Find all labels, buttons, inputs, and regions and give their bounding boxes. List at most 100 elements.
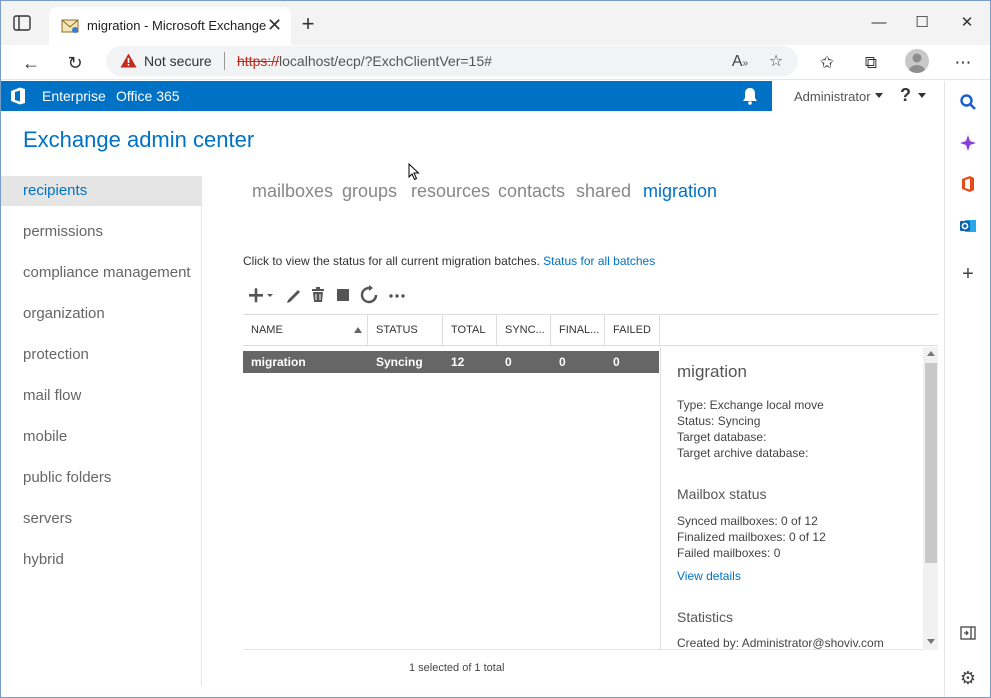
refresh-icon[interactable] — [358, 284, 380, 306]
selection-count: 1 selected of 1 total — [409, 662, 505, 674]
user-caret-icon[interactable] — [875, 93, 883, 98]
tab-resources[interactable]: resources — [411, 181, 490, 202]
row-failed: 0 — [613, 355, 620, 369]
tab-mailboxes[interactable]: mailboxes — [252, 181, 333, 202]
stop-icon[interactable] — [332, 284, 354, 306]
address-bar[interactable]: Not secure https://localhost/ecp/?ExchCl… — [106, 46, 798, 76]
edge-sidebar: + ⚙ — [944, 81, 990, 697]
tab-title: migration - Microsoft Exchange — [87, 18, 267, 33]
nav-item-recipients[interactable]: recipients — [1, 176, 202, 206]
minimize-icon[interactable]: — — [867, 11, 891, 35]
url-text[interactable]: https://localhost/ecp/?ExchClientVer=15# — [237, 53, 492, 69]
tab-groups[interactable]: groups — [342, 181, 397, 202]
copilot-icon[interactable] — [957, 134, 979, 156]
maximize-icon[interactable]: ☐ — [910, 11, 934, 35]
settings-menu-icon[interactable]: ⋯ — [951, 51, 975, 75]
search-icon[interactable] — [957, 93, 979, 115]
left-nav: recipients permissions compliance manage… — [1, 176, 202, 686]
help-button[interactable]: ? — [900, 85, 911, 106]
created-by: Created by: Administrator@shoviv.com — [677, 636, 884, 650]
scroll-thumb[interactable] — [925, 363, 937, 563]
office-logo-icon — [10, 87, 26, 105]
failed-mailboxes: Failed mailboxes: 0 — [677, 546, 781, 560]
office-icon[interactable] — [957, 175, 979, 197]
edit-icon[interactable] — [283, 284, 305, 306]
back-icon[interactable]: ← — [17, 49, 45, 77]
list-header: NAME STATUS TOTAL SYNC... FINAL... FAILE… — [243, 314, 938, 346]
details-type: Type: Exchange local move — [677, 398, 824, 412]
profile-avatar[interactable] — [905, 49, 929, 73]
details-target-archive-database: Target archive database: — [677, 446, 809, 460]
outlook-icon[interactable] — [957, 217, 979, 239]
title-bar: migration - Microsoft Exchange ✕ + — ☐ ✕ — [1, 1, 990, 45]
add-sidebar-icon[interactable]: + — [957, 263, 979, 285]
exchange-favicon-icon — [61, 18, 79, 34]
sidebar-settings-icon[interactable]: ⚙ — [957, 667, 979, 689]
url-path: localhost/ecp/?ExchClientVer=15# — [279, 53, 492, 69]
nav-item-mail-flow[interactable]: mail flow — [1, 381, 202, 411]
add-favorite-icon[interactable]: ☆ — [766, 52, 786, 72]
sort-ascending-icon[interactable] — [354, 327, 362, 333]
office365-link[interactable]: Office 365 — [116, 88, 180, 104]
row-synced: 0 — [505, 355, 512, 369]
row-name: migration — [251, 355, 306, 369]
details-pane: migration Type: Exchange local move Stat… — [660, 347, 938, 650]
tab-actions-icon[interactable] — [13, 15, 31, 31]
window-close-icon[interactable]: ✕ — [955, 11, 979, 35]
column-name[interactable]: NAME — [243, 315, 368, 345]
tab-migration[interactable]: migration — [643, 181, 717, 202]
address-row: ← ↻ Not secure https://localhost/ecp/?Ex… — [1, 45, 990, 80]
enterprise-link[interactable]: Enterprise — [42, 88, 106, 104]
help-caret-icon[interactable] — [918, 93, 926, 98]
migration-list: NAME STATUS TOTAL SYNC... FINAL... FAILE… — [243, 314, 938, 650]
nav-item-mobile[interactable]: mobile — [1, 422, 202, 452]
tab-close-icon[interactable]: ✕ — [267, 15, 282, 35]
nav-item-organization[interactable]: organization — [1, 299, 202, 329]
read-aloud-icon[interactable]: A» — [730, 52, 750, 72]
status-all-batches-link[interactable]: Status for all batches — [543, 254, 655, 268]
nav-item-public-folders[interactable]: public folders — [1, 463, 202, 493]
add-icon[interactable] — [247, 284, 277, 306]
scroll-up-icon[interactable] — [927, 351, 935, 356]
table-row[interactable]: migration Syncing 12 0 0 0 — [243, 351, 659, 373]
hide-sidebar-icon[interactable] — [957, 625, 979, 647]
row-status: Syncing — [376, 355, 423, 369]
nav-item-hybrid[interactable]: hybrid — [1, 545, 202, 575]
synced-mailboxes: Synced mailboxes: 0 of 12 — [677, 514, 818, 528]
row-finalized: 0 — [559, 355, 566, 369]
not-secure-label[interactable]: Not secure — [144, 53, 212, 69]
details-scrollbar[interactable] — [923, 347, 938, 650]
scroll-down-icon[interactable] — [927, 639, 935, 644]
tab-contacts[interactable]: contacts — [498, 181, 565, 202]
favorites-icon[interactable]: ✩ — [815, 51, 839, 75]
view-details-link[interactable]: View details — [677, 569, 741, 583]
column-finalized[interactable]: FINAL... — [551, 315, 605, 345]
nav-item-servers[interactable]: servers — [1, 504, 202, 534]
warning-icon — [120, 53, 137, 68]
collections-icon[interactable]: ⧉ — [859, 51, 883, 75]
user-menu[interactable]: Administrator — [794, 89, 871, 104]
address-separator — [224, 52, 225, 70]
details-target-database: Target database: — [677, 430, 767, 444]
tab-shared[interactable]: shared — [576, 181, 631, 202]
url-scheme: https:// — [237, 53, 280, 69]
finalized-mailboxes: Finalized mailboxes: 0 of 12 — [677, 530, 826, 544]
details-status: Status: Syncing — [677, 414, 761, 428]
column-synced[interactable]: SYNC... — [497, 315, 551, 345]
notification-bell-icon[interactable] — [741, 87, 759, 105]
delete-icon[interactable] — [307, 284, 329, 306]
user-area: Administrator ? — [772, 81, 944, 111]
mailbox-status-heading: Mailbox status — [677, 486, 767, 502]
nav-item-compliance-management[interactable]: compliance management — [1, 258, 202, 288]
column-total[interactable]: TOTAL — [443, 315, 497, 345]
statistics-heading: Statistics — [677, 609, 734, 625]
migration-info: Click to view the status for all current… — [243, 254, 655, 268]
column-status[interactable]: STATUS — [368, 315, 443, 345]
reload-icon[interactable]: ↻ — [61, 49, 89, 77]
browser-tab[interactable]: migration - Microsoft Exchange ✕ — [49, 7, 291, 45]
nav-item-protection[interactable]: protection — [1, 340, 202, 370]
more-icon[interactable] — [386, 284, 408, 306]
new-tab-icon[interactable]: + — [297, 13, 319, 35]
column-failed[interactable]: FAILED — [605, 315, 660, 345]
nav-item-permissions[interactable]: permissions — [1, 217, 202, 247]
